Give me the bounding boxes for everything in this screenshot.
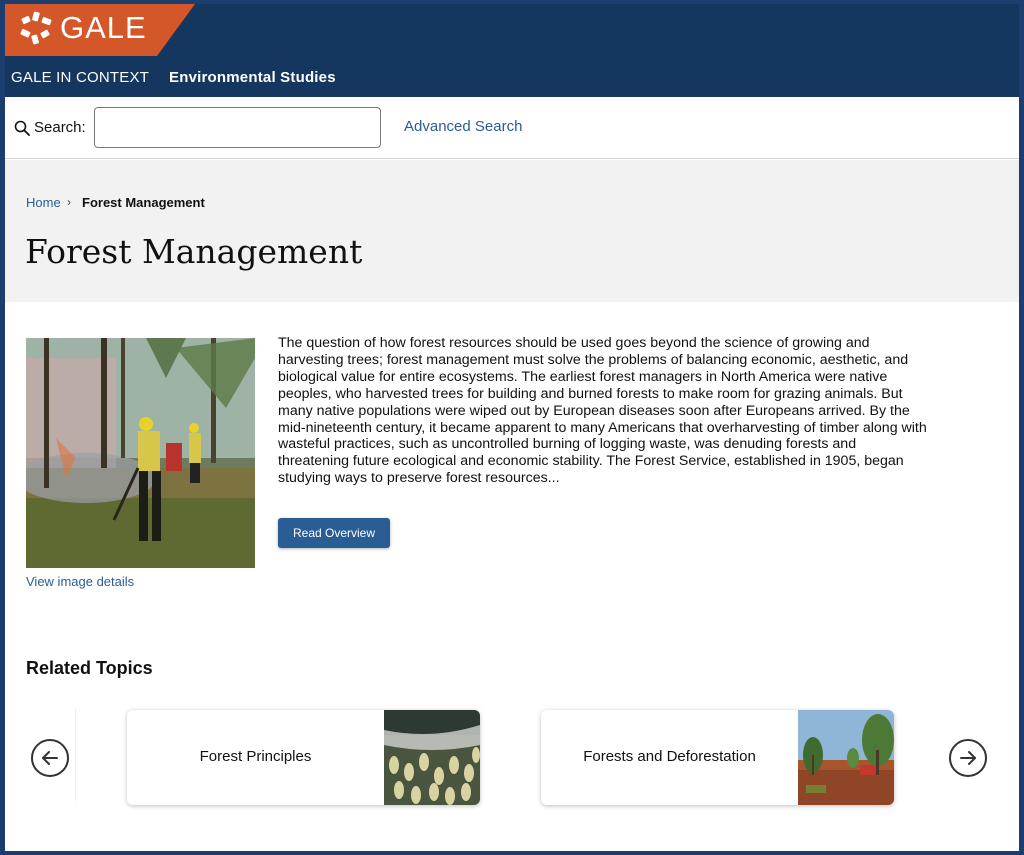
search-bar: Search: Advanced Search: [5, 97, 1019, 159]
view-image-details-link[interactable]: View image details: [26, 574, 134, 589]
product-subject[interactable]: Environmental Studies: [169, 69, 336, 86]
search-label: Search:: [34, 119, 86, 136]
topic-image[interactable]: [26, 338, 255, 568]
search-input[interactable]: [94, 107, 381, 148]
arrow-right-icon: [960, 751, 976, 765]
related-topic-label: Forests and Deforestation: [583, 748, 756, 765]
logo-text: GALE: [60, 10, 147, 45]
breadcrumb-home-link[interactable]: Home: [26, 195, 61, 210]
related-topic-card[interactable]: Forest Principles: [127, 710, 480, 805]
firefighters-photo: [26, 338, 255, 568]
deforestation-thumbnail: [798, 710, 894, 805]
related-topic-label: Forest Principles: [199, 748, 312, 765]
product-name[interactable]: GALE IN CONTEXT: [11, 69, 149, 86]
gale-logo-mark-icon: [20, 11, 52, 45]
gale-logo[interactable]: GALE: [5, 4, 195, 56]
top-header: GALE GALE IN CONTEXT Environmental Studie…: [5, 4, 1019, 97]
search-icon: [14, 120, 30, 136]
carousel-prev-button[interactable]: [31, 739, 69, 777]
product-title: GALE IN CONTEXT Environmental Studies: [11, 69, 336, 86]
overview-text: The question of how forest resources sho…: [278, 335, 927, 487]
carousel-next-button[interactable]: [949, 739, 987, 777]
page-frame: GALE GALE IN CONTEXT Environmental Studie…: [5, 4, 1019, 851]
forest-aerial-thumbnail: [384, 710, 480, 805]
carousel-left-edge: [75, 709, 76, 801]
breadcrumb-current: Forest Management: [82, 195, 205, 210]
advanced-search-link[interactable]: Advanced Search: [404, 118, 522, 135]
title-band: Home › Forest Management Forest Manageme…: [5, 160, 1019, 302]
arrow-left-icon: [42, 751, 58, 765]
page-title: Forest Management: [25, 232, 363, 271]
related-topic-card[interactable]: Forests and Deforestation: [541, 710, 894, 805]
related-topics-heading: Related Topics: [26, 658, 153, 678]
breadcrumb-separator: ›: [67, 195, 71, 209]
read-overview-button[interactable]: Read Overview: [278, 518, 390, 548]
